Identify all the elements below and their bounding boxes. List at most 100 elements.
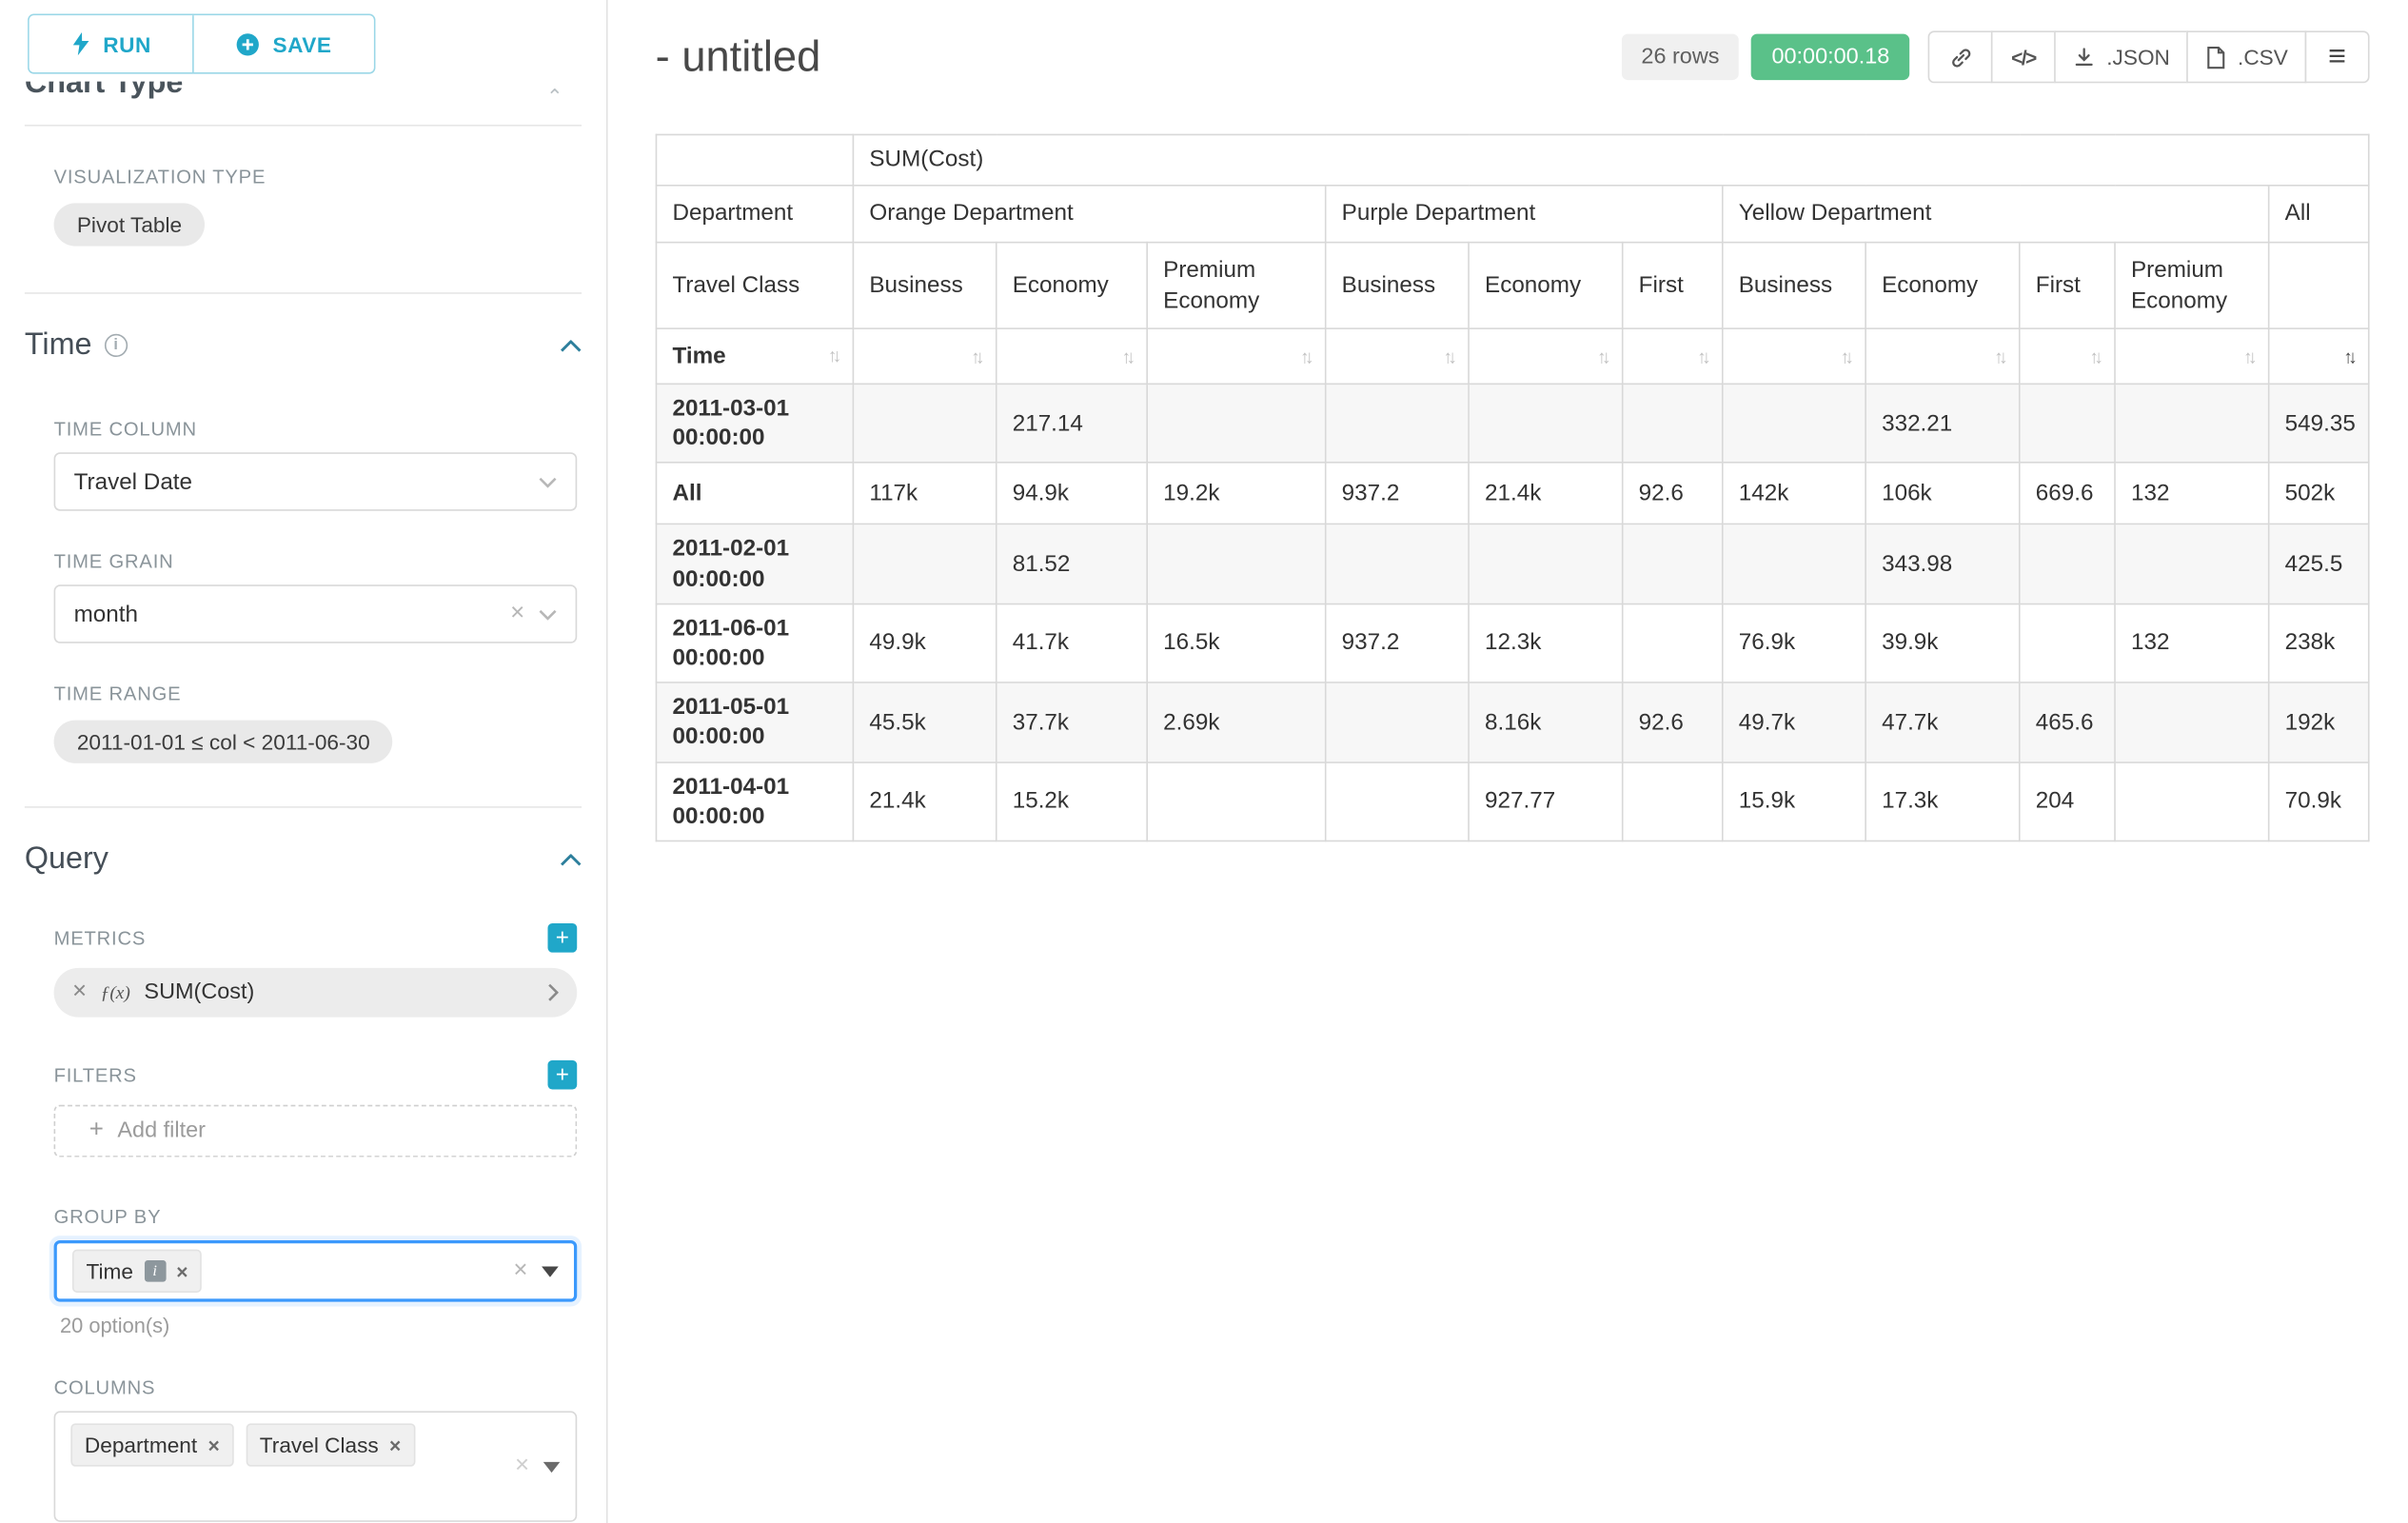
time-grain-select[interactable]: month × bbox=[54, 584, 578, 643]
remove-chip-icon[interactable]: × bbox=[207, 1434, 219, 1456]
travel-class-header: Economy bbox=[1469, 243, 1623, 329]
file-icon bbox=[2205, 46, 2227, 69]
time-column-select[interactable]: Travel Date bbox=[54, 452, 578, 510]
sort-column-header[interactable]: ↑↓ bbox=[1723, 328, 1865, 384]
value-cell: 217.14 bbox=[997, 384, 1147, 463]
save-button[interactable]: SAVE bbox=[192, 15, 373, 72]
chevron-up-icon[interactable] bbox=[560, 339, 582, 351]
sort-icon[interactable]: ↑↓ bbox=[1300, 346, 1310, 368]
menu-icon: ≡ bbox=[2328, 42, 2346, 72]
value-cell bbox=[2115, 762, 2269, 841]
travel-class-header: Business bbox=[1723, 243, 1865, 329]
sort-column-header[interactable]: ↑↓ bbox=[853, 328, 996, 384]
caret-down-icon[interactable] bbox=[543, 1461, 561, 1472]
sort-row: Time ↑↓ ↑↓ ↑↓ ↑↓ ↑↓ ↑↓ ↑↓ ↑↓ ↑↓ ↑↓ ↑↓ ↑↓ bbox=[656, 328, 2368, 384]
time-section-header[interactable]: Time i bbox=[25, 327, 582, 363]
group-by-select[interactable]: Time i × × bbox=[54, 1240, 578, 1302]
time-range-value[interactable]: 2011-01-01 ≤ col < 2011-06-30 bbox=[54, 721, 393, 763]
value-cell bbox=[853, 524, 996, 603]
value-cell: 425.5 bbox=[2269, 524, 2369, 603]
chevron-right-icon[interactable] bbox=[548, 983, 559, 1001]
table-row: 2011-06-01 00:00:0049.9k41.7k16.5k937.21… bbox=[656, 603, 2368, 682]
metric-name: SUM(Cost) bbox=[144, 980, 254, 1005]
query-section-header[interactable]: Query bbox=[25, 841, 582, 877]
sort-column-header[interactable]: ↑↓ bbox=[2115, 328, 2269, 384]
sort-column-header[interactable]: ↑↓ bbox=[1326, 328, 1469, 384]
sort-column-header[interactable]: ↑↓ bbox=[1147, 328, 1326, 384]
more-options-button[interactable]: ≡ bbox=[2305, 30, 2370, 83]
group-by-options-hint: 20 option(s) bbox=[60, 1315, 606, 1337]
sort-column-header[interactable]: ↑↓ bbox=[1865, 328, 2020, 384]
sort-icon[interactable]: ↑↓ bbox=[2343, 346, 2353, 368]
sort-icon[interactable]: ↑↓ bbox=[1994, 346, 2003, 368]
department-group-header: All bbox=[2269, 186, 2369, 243]
value-cell: 17.3k bbox=[1865, 762, 2020, 841]
sort-icon[interactable]: ↑↓ bbox=[1840, 346, 1849, 368]
value-cell: 927.77 bbox=[1469, 762, 1623, 841]
metric-item[interactable]: × ƒ(x) SUM(Cost) bbox=[54, 968, 578, 1018]
sort-column-header[interactable]: ↑↓ bbox=[2020, 328, 2115, 384]
sort-icon[interactable]: ↑↓ bbox=[1122, 346, 1132, 368]
columns-chip[interactable]: Travel Class × bbox=[246, 1423, 415, 1466]
sort-icon[interactable]: ↑↓ bbox=[971, 346, 980, 368]
control-panel-sidebar: RUN SAVE Chart Type ⌃ VISUALIZATION TYPE… bbox=[0, 0, 608, 1523]
value-cell: 37.7k bbox=[997, 682, 1147, 762]
value-cell: 45.5k bbox=[853, 682, 996, 762]
group-by-chip-label: Time bbox=[87, 1258, 133, 1283]
travel-class-header: Economy bbox=[997, 243, 1147, 329]
sort-icon[interactable]: ↑↓ bbox=[2243, 346, 2253, 368]
columns-select[interactable]: Department × Travel Class × × bbox=[54, 1411, 578, 1521]
chevron-up-icon[interactable] bbox=[560, 853, 582, 865]
travel-class-header: First bbox=[1623, 243, 1723, 329]
department-group-header: Orange Department bbox=[853, 186, 1325, 243]
value-cell bbox=[2020, 524, 2115, 603]
row-label: All bbox=[656, 463, 853, 524]
sort-icon[interactable]: ↑↓ bbox=[1597, 346, 1607, 368]
run-button[interactable]: RUN bbox=[30, 15, 193, 72]
sort-icon[interactable]: ↑↓ bbox=[2089, 346, 2099, 368]
copy-link-button[interactable] bbox=[1928, 30, 1993, 83]
sort-column-header[interactable]: ↑↓ bbox=[1623, 328, 1723, 384]
column-info-icon[interactable]: i bbox=[144, 1260, 166, 1282]
embed-code-button[interactable]: </> bbox=[1991, 30, 2056, 83]
sort-icon[interactable]: ↑↓ bbox=[828, 345, 838, 368]
clear-icon[interactable]: × bbox=[515, 1454, 529, 1479]
remove-chip-icon[interactable]: × bbox=[176, 1259, 188, 1282]
time-section-title: Time bbox=[25, 327, 92, 363]
save-button-label: SAVE bbox=[273, 31, 332, 56]
clear-icon[interactable]: × bbox=[513, 1258, 527, 1283]
sort-column-header[interactable]: ↑↓ bbox=[997, 328, 1147, 384]
value-cell: 343.98 bbox=[1865, 524, 2020, 603]
row-label: 2011-05-01 00:00:00 bbox=[656, 682, 853, 762]
sort-icon[interactable]: ↑↓ bbox=[1697, 346, 1707, 368]
add-metric-button[interactable]: + bbox=[548, 923, 578, 953]
columns-chip[interactable]: Department × bbox=[70, 1423, 233, 1466]
export-csv-button[interactable]: .CSV bbox=[2187, 30, 2307, 83]
value-cell bbox=[1623, 762, 1723, 841]
explore-view: RUN SAVE Chart Type ⌃ VISUALIZATION TYPE… bbox=[0, 0, 2408, 1523]
group-by-chip[interactable]: Time i × bbox=[72, 1250, 202, 1293]
remove-metric-icon[interactable]: × bbox=[72, 979, 87, 1006]
chart-title[interactable]: - untitled bbox=[656, 32, 821, 82]
time-sort-header[interactable]: Time ↑↓ bbox=[656, 328, 853, 384]
value-cell: 238k bbox=[2269, 603, 2369, 682]
export-json-button[interactable]: .JSON bbox=[2054, 30, 2188, 83]
add-filter-dropzone[interactable]: + Add filter bbox=[54, 1105, 578, 1157]
visualization-type-value[interactable]: Pivot Table bbox=[54, 203, 206, 246]
add-filter-button[interactable]: + bbox=[548, 1060, 578, 1090]
chevron-down-icon[interactable] bbox=[539, 476, 557, 486]
sort-column-header[interactable]: ↑↓ bbox=[1469, 328, 1623, 384]
sort-icon[interactable]: ↑↓ bbox=[1443, 346, 1452, 368]
table-row: 2011-03-01 00:00:00217.14332.21549.35 bbox=[656, 384, 2368, 463]
sort-column-header[interactable]: ↑↓ bbox=[2269, 328, 2369, 384]
value-cell: 2.69k bbox=[1147, 682, 1326, 762]
value-cell: 81.52 bbox=[997, 524, 1147, 603]
clear-icon[interactable]: × bbox=[510, 602, 524, 626]
chart-panel: - untitled 26 rows 00:00:00.18 </> bbox=[608, 0, 2408, 1523]
remove-chip-icon[interactable]: × bbox=[389, 1434, 401, 1456]
info-icon: i bbox=[104, 334, 127, 357]
caret-down-icon[interactable] bbox=[542, 1266, 559, 1276]
chevron-down-icon[interactable] bbox=[539, 608, 557, 619]
group-by-label: GROUP BY bbox=[54, 1206, 606, 1228]
value-cell: 15.2k bbox=[997, 762, 1147, 841]
